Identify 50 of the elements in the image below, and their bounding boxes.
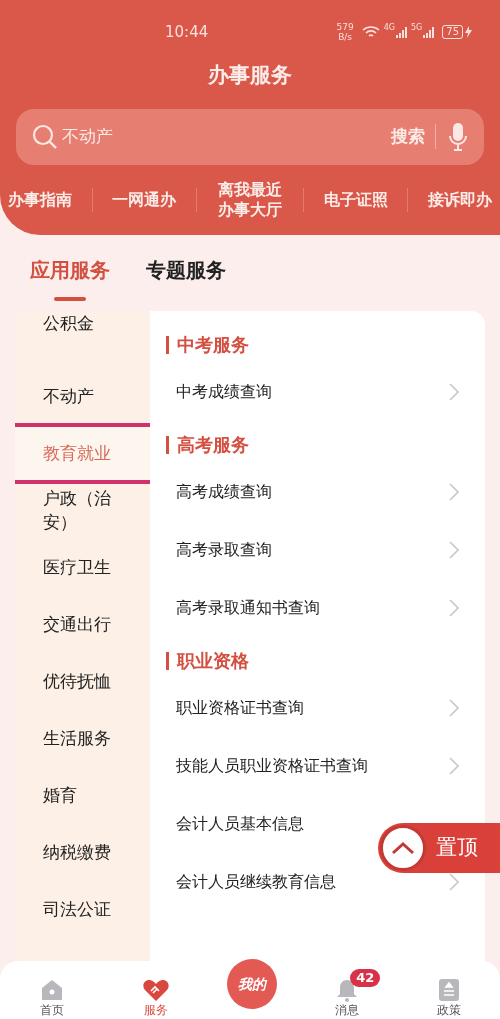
service-item[interactable]: 会计人员继续教育信息 bbox=[176, 869, 336, 894]
wifi-icon bbox=[361, 25, 380, 39]
tab[interactable]: 专题服务 bbox=[146, 254, 226, 311]
category-item[interactable]: 纳税缴费 bbox=[15, 823, 150, 881]
search-value: 不动产 bbox=[62, 124, 114, 148]
category-item[interactable]: 医疗卫生 bbox=[15, 538, 150, 596]
service-item[interactable]: 高考录取查询 bbox=[176, 537, 272, 562]
tab-underline bbox=[54, 296, 86, 301]
service-item[interactable]: 高考成绩查询 bbox=[176, 479, 272, 504]
page-title: 办事服务 bbox=[207, 62, 293, 89]
category-item[interactable]: 司法公证 bbox=[15, 880, 150, 938]
tab[interactable]: 应用服务 bbox=[30, 254, 110, 311]
service-item[interactable]: 会计人员基本信息 bbox=[176, 811, 304, 836]
section-marker bbox=[166, 335, 169, 354]
service-item[interactable]: 职业资格证书查询 bbox=[176, 695, 304, 720]
category-item[interactable]: 公积金 bbox=[15, 310, 150, 368]
back-to-top-button[interactable]: 置顶 bbox=[378, 823, 500, 873]
service-item[interactable]: 技能人员职业资格证书查询 bbox=[176, 753, 368, 778]
category-item[interactable]: 优待抚恤 bbox=[15, 652, 150, 710]
heart-handshake-icon bbox=[141, 977, 170, 1003]
section-title: 高考服务 bbox=[177, 433, 249, 457]
service-item[interactable]: 中考成绩查询 bbox=[176, 379, 272, 404]
nav-item[interactable]: 首页 bbox=[18, 969, 85, 1017]
category-item[interactable]: 婚育 bbox=[15, 766, 150, 824]
center-nav-button[interactable]: 我的 bbox=[226, 959, 277, 1009]
section-title: 职业资格 bbox=[177, 649, 249, 673]
network-type: 4G bbox=[383, 22, 395, 34]
nav-item[interactable]: 政策 bbox=[417, 969, 482, 1017]
document-icon bbox=[437, 977, 462, 1003]
category-item[interactable]: 户政（治安） bbox=[15, 481, 150, 539]
nav-item[interactable]: 消息 42 bbox=[314, 969, 381, 1017]
network-type: 5G bbox=[410, 22, 423, 34]
battery-indicator: 75 bbox=[442, 25, 463, 39]
service-item[interactable]: 高考录取通知书查询 bbox=[176, 595, 320, 620]
signal-icon bbox=[422, 26, 435, 38]
category-item[interactable]: 交通出行 bbox=[15, 595, 150, 653]
signal-icon bbox=[394, 26, 407, 38]
status-time: 10:44 bbox=[165, 21, 209, 43]
section-marker bbox=[166, 435, 169, 454]
category-item[interactable]: 生活服务 bbox=[15, 709, 150, 767]
section-title: 中考服务 bbox=[177, 333, 249, 357]
caret-up-icon bbox=[380, 825, 426, 871]
charging-icon bbox=[465, 26, 472, 38]
section-marker bbox=[166, 651, 169, 670]
search-icon bbox=[32, 123, 58, 150]
network-speed: 579 B/s bbox=[336, 22, 354, 42]
microphone-icon[interactable] bbox=[448, 121, 468, 152]
nav-item[interactable]: 服务 bbox=[121, 969, 190, 1017]
category-item[interactable]: 不动产 bbox=[15, 367, 150, 425]
notification-badge: 42 bbox=[350, 969, 381, 987]
